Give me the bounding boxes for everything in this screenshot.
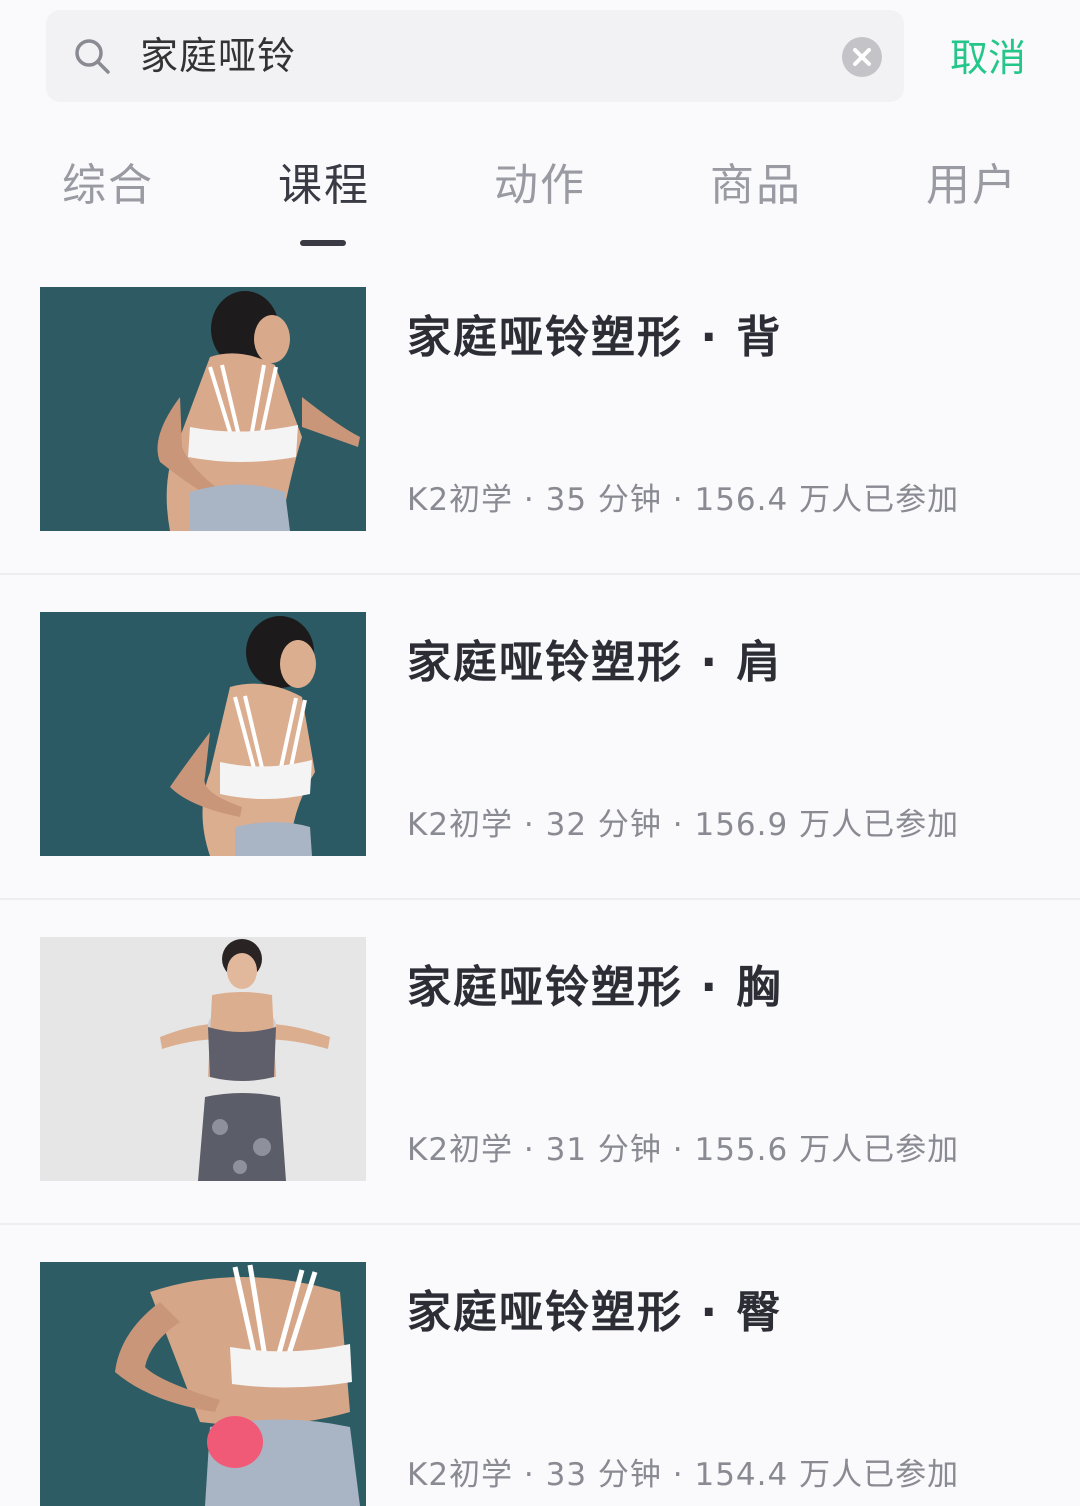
tab-actions[interactable]: 动作 bbox=[432, 158, 648, 214]
active-tab-indicator bbox=[300, 240, 346, 246]
course-thumbnail[interactable] bbox=[40, 612, 366, 856]
list-item[interactable]: 家庭哑铃塑形 · 背 K2初学 · 35 分钟 · 156.4 万人已参加 bbox=[0, 250, 1080, 575]
search-icon bbox=[75, 39, 110, 74]
list-item[interactable]: 家庭哑铃塑形 · 臀 K2初学 · 33 分钟 · 154.4 万人已参加 bbox=[0, 1225, 1080, 1506]
course-meta: K2初学 · 33 分钟 · 154.4 万人已参加 bbox=[407, 1457, 960, 1493]
tab-users[interactable]: 用户 bbox=[864, 158, 1080, 214]
course-meta: K2初学 · 35 分钟 · 156.4 万人已参加 bbox=[407, 482, 960, 518]
search-query[interactable]: 家庭哑铃 bbox=[140, 28, 296, 84]
tab-comprehensive[interactable]: 综合 bbox=[0, 158, 216, 214]
course-meta: K2初学 · 31 分钟 · 155.6 万人已参加 bbox=[407, 1132, 960, 1168]
tab-courses[interactable]: 课程 bbox=[216, 158, 432, 214]
search-results-page: 家庭哑铃 取消 综合 课程 动作 商品 用户 家庭哑铃塑形 · 背 K2初学 ·… bbox=[0, 0, 1080, 1506]
clear-icon[interactable] bbox=[842, 37, 882, 77]
course-thumbnail[interactable] bbox=[40, 937, 366, 1181]
course-thumbnail[interactable] bbox=[40, 287, 366, 531]
course-thumbnail[interactable] bbox=[40, 1262, 366, 1506]
cancel-button[interactable]: 取消 bbox=[950, 30, 1026, 86]
course-title: 家庭哑铃塑形 · 臀 bbox=[407, 1287, 783, 1338]
category-tabs: 综合 课程 动作 商品 用户 bbox=[0, 120, 1080, 250]
tab-products[interactable]: 商品 bbox=[648, 158, 864, 214]
course-title: 家庭哑铃塑形 · 肩 bbox=[407, 637, 783, 688]
course-title: 家庭哑铃塑形 · 胸 bbox=[407, 962, 783, 1013]
course-title: 家庭哑铃塑形 · 背 bbox=[407, 312, 783, 363]
list-item[interactable]: 家庭哑铃塑形 · 胸 K2初学 · 31 分钟 · 155.6 万人已参加 bbox=[0, 900, 1080, 1225]
search-header: 家庭哑铃 取消 bbox=[0, 0, 1080, 120]
course-list: 家庭哑铃塑形 · 背 K2初学 · 35 分钟 · 156.4 万人已参加 家庭… bbox=[0, 250, 1080, 1506]
list-item[interactable]: 家庭哑铃塑形 · 肩 K2初学 · 32 分钟 · 156.9 万人已参加 bbox=[0, 575, 1080, 900]
course-meta: K2初学 · 32 分钟 · 156.9 万人已参加 bbox=[407, 807, 960, 843]
